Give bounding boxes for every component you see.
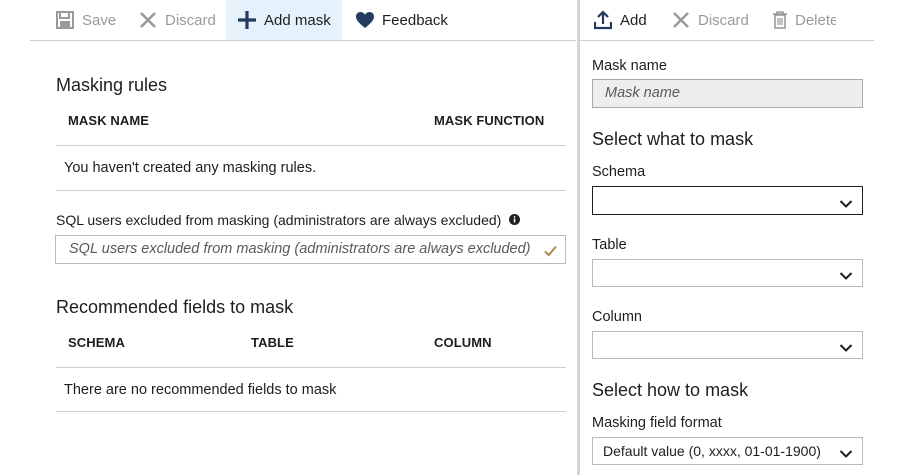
info-icon[interactable]	[509, 212, 521, 228]
close-icon	[671, 10, 691, 30]
recommended-fields-title: Recommended fields to mask	[56, 297, 294, 317]
right-discard-button[interactable]: Discard	[671, 0, 749, 40]
feedback-label: Feedback	[382, 11, 448, 29]
save-icon	[55, 10, 75, 30]
excluded-users-placeholder: SQL users excluded from masking (adminis…	[69, 241, 531, 257]
right-toolbar-divider	[580, 40, 874, 41]
column-column-header: COLUMN	[434, 335, 492, 350]
toolbar-divider	[30, 40, 576, 41]
add-mask-button[interactable]: Add mask	[226, 0, 342, 40]
masking-format-dropdown[interactable]: Default value (0, xxxx, 01-01-1900)	[592, 437, 863, 465]
masking-format-label: Masking field format	[592, 415, 722, 431]
table-label: Table	[592, 237, 627, 253]
chevron-down-icon	[839, 446, 853, 458]
schema-dropdown[interactable]	[592, 186, 863, 215]
recommended-empty-message: There are no recommended fields to mask	[64, 382, 337, 398]
trash-icon	[772, 10, 788, 30]
checkmark-icon	[544, 244, 557, 260]
excluded-users-label-text: SQL users excluded from masking (adminis…	[56, 212, 502, 228]
mask-name-label: Mask name	[592, 58, 667, 74]
add-label: Add	[620, 11, 647, 29]
column-label: Column	[592, 309, 642, 325]
discard-button[interactable]: Discard	[138, 0, 216, 40]
masking-rules-empty-message: You haven't created any masking rules.	[64, 160, 317, 176]
mask-name-input[interactable]: Mask name	[592, 79, 863, 108]
save-button[interactable]: Save	[55, 0, 116, 40]
masking-rules-title: Masking rules	[56, 75, 168, 95]
discard-label: Discard	[165, 11, 216, 29]
save-label: Save	[82, 11, 117, 29]
add-mask-label: Add mask	[264, 11, 331, 29]
mask-function-column-header: MASK FUNCTION	[434, 113, 545, 128]
column-dropdown[interactable]	[592, 331, 863, 359]
close-icon	[138, 10, 158, 30]
excluded-users-label: SQL users excluded from masking (adminis…	[56, 212, 521, 228]
schema-column-header: SCHEMA	[68, 335, 125, 350]
blade-splitter	[577, 0, 580, 475]
add-button[interactable]: Add	[593, 0, 647, 40]
table-column-header: TABLE	[251, 335, 294, 350]
chevron-down-icon	[839, 340, 853, 352]
table-dropdown[interactable]	[592, 259, 863, 287]
table-divider	[56, 190, 566, 191]
delete-button[interactable]: Delete	[772, 0, 836, 40]
masking-format-value: Default value (0, xxxx, 01-01-1900)	[603, 443, 821, 459]
chevron-down-icon	[839, 268, 853, 280]
heart-icon	[355, 10, 375, 30]
select-how-title: Select how to mask	[592, 380, 749, 400]
right-discard-label: Discard	[698, 11, 749, 29]
upload-icon	[593, 10, 613, 30]
select-what-title: Select what to mask	[592, 129, 754, 149]
delete-label: Delete	[795, 11, 836, 29]
feedback-button[interactable]: Feedback	[355, 0, 448, 40]
excluded-users-input[interactable]: SQL users excluded from masking (adminis…	[55, 235, 566, 264]
plus-icon	[237, 10, 257, 30]
mask-name-column-header: MASK NAME	[68, 113, 150, 128]
mask-name-placeholder: Mask name	[605, 85, 680, 101]
table-divider	[56, 145, 566, 146]
chevron-down-icon	[839, 196, 853, 208]
table-divider	[56, 367, 566, 368]
table-divider	[56, 411, 566, 412]
schema-label: Schema	[592, 164, 646, 180]
